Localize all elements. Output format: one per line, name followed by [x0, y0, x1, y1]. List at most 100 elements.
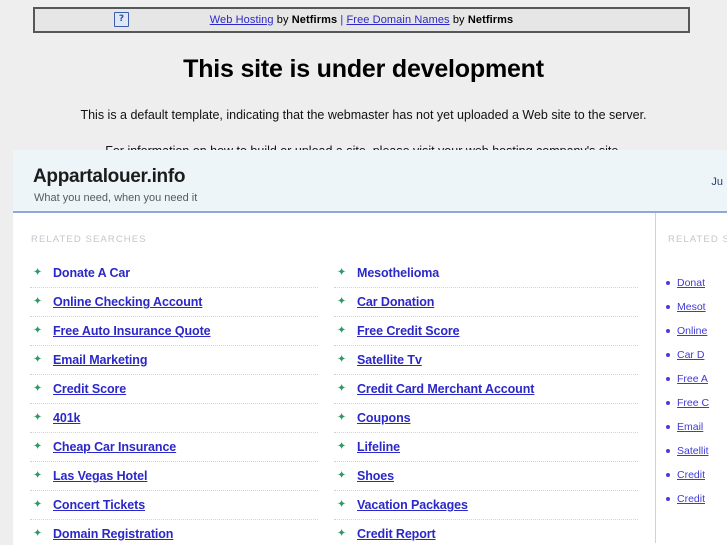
related-search-link[interactable]: Free Auto Insurance Quote: [53, 324, 211, 338]
related-search-item[interactable]: ✦ Online Checking Account: [30, 288, 318, 317]
related-search-link[interactable]: Credit Card Merchant Account: [357, 382, 534, 396]
arrow-bullet-icon: ✦: [33, 353, 43, 366]
sidebar-related-searches-label: RELATED SE.: [668, 234, 727, 245]
parked-header-link[interactable]: Ju: [711, 176, 723, 188]
related-searches-column-right: ✦ Mesothelioma ✦ Car Donation ✦ Free Credit S…: [334, 259, 638, 545]
related-search-item[interactable]: ✦ Lifeline: [334, 433, 638, 462]
arrow-bullet-icon: ✦: [33, 382, 43, 395]
sidebar-related-link[interactable]: Donat: [677, 277, 705, 289]
banner-brand-2: Netfirms: [467, 14, 514, 26]
related-search-link[interactable]: Cheap Car Insurance: [53, 440, 176, 454]
related-search-link[interactable]: Coupons: [357, 411, 411, 425]
sidebar-link-item[interactable]: Free A: [656, 367, 727, 391]
sidebar-related-link[interactable]: Online: [677, 325, 707, 337]
web-hosting-link[interactable]: Web Hosting: [210, 14, 274, 26]
related-search-item[interactable]: ✦ Las Vegas Hotel: [30, 462, 318, 491]
sidebar-related-link[interactable]: Free A: [677, 373, 708, 385]
parked-panel-header: Appartalouer.info What you need, when yo…: [13, 150, 727, 213]
dot-bullet-icon: [666, 425, 670, 429]
sidebar-related-link[interactable]: Free C: [677, 397, 709, 409]
related-search-item[interactable]: ✦ Credit Report: [334, 520, 638, 545]
sidebar-link-item[interactable]: Credit: [656, 487, 727, 511]
related-search-item[interactable]: ✦ Shoes: [334, 462, 638, 491]
banner-text: Web Hosting by Netfirms | Free Domain Na…: [35, 14, 688, 26]
arrow-bullet-icon: ✦: [337, 469, 347, 482]
related-search-link[interactable]: Las Vegas Hotel: [53, 469, 147, 483]
related-search-item[interactable]: ✦ Free Auto Insurance Quote: [30, 317, 318, 346]
related-search-item[interactable]: ✦ 401k: [30, 404, 318, 433]
related-search-link[interactable]: Credit Report: [357, 527, 436, 541]
arrow-bullet-icon: ✦: [33, 266, 43, 279]
related-search-item[interactable]: ✦ Concert Tickets: [30, 491, 318, 520]
related-search-item[interactable]: ✦ Mesothelioma: [334, 259, 638, 288]
related-search-link[interactable]: Online Checking Account: [53, 295, 202, 309]
related-search-link[interactable]: Vacation Packages: [357, 498, 468, 512]
arrow-bullet-icon: ✦: [337, 498, 347, 511]
arrow-bullet-icon: ✦: [337, 295, 347, 308]
sidebar-link-item[interactable]: Satellit: [656, 439, 727, 463]
related-search-item[interactable]: ✦ Car Donation: [334, 288, 638, 317]
related-search-item[interactable]: ✦ Vacation Packages: [334, 491, 638, 520]
dot-bullet-icon: [666, 401, 670, 405]
sidebar-link-item[interactable]: Donat: [656, 271, 727, 295]
parked-domain-title: Appartalouer.info: [33, 166, 186, 187]
parked-domain-panel: Appartalouer.info What you need, when yo…: [13, 150, 727, 545]
sidebar-related-link[interactable]: Car D: [677, 349, 704, 361]
arrow-bullet-icon: ✦: [337, 324, 347, 337]
dot-bullet-icon: [666, 329, 670, 333]
related-searches-columns: ✦ Donate A Car ✦ Online Checking Account ✦ Fr…: [13, 259, 655, 545]
related-search-item[interactable]: ✦ Free Credit Score: [334, 317, 638, 346]
banner-brand-1: Netfirms: [291, 14, 338, 26]
arrow-bullet-icon: ✦: [33, 295, 43, 308]
related-search-link[interactable]: Satellite Tv: [357, 353, 422, 367]
related-search-link[interactable]: Email Marketing: [53, 353, 147, 367]
related-search-link[interactable]: Concert Tickets: [53, 498, 145, 512]
dot-bullet-icon: [666, 305, 670, 309]
sidebar-link-item[interactable]: Free C: [656, 391, 727, 415]
related-searches-main: RELATED SEARCHES ✦ Donate A Car ✦ Online Ch…: [13, 213, 655, 543]
related-search-item[interactable]: ✦ Cheap Car Insurance: [30, 433, 318, 462]
dot-bullet-icon: [666, 449, 670, 453]
related-search-link[interactable]: Car Donation: [357, 295, 434, 309]
sidebar-link-item[interactable]: Credit: [656, 463, 727, 487]
related-searches-list-left: ✦ Donate A Car ✦ Online Checking Account ✦ Fr…: [30, 259, 318, 545]
related-search-item[interactable]: ✦ Credit Card Merchant Account: [334, 375, 638, 404]
banner-by-1: by: [273, 14, 292, 26]
related-search-item[interactable]: ✦ Donate A Car: [30, 259, 318, 288]
related-search-link[interactable]: Donate A Car: [53, 266, 130, 280]
related-search-link[interactable]: Mesothelioma: [357, 266, 439, 280]
arrow-bullet-icon: ✦: [33, 411, 43, 424]
page-title: This site is under development: [183, 55, 544, 83]
arrow-bullet-icon: ✦: [337, 266, 347, 279]
sidebar-link-item[interactable]: Mesot: [656, 295, 727, 319]
advertisement-banner: ? Web Hosting by Netfirms | Free Domain …: [33, 7, 690, 33]
dot-bullet-icon: [666, 353, 670, 357]
related-search-link[interactable]: Domain Registration: [53, 527, 173, 541]
sidebar-link-item[interactable]: Online: [656, 319, 727, 343]
arrow-bullet-icon: ✦: [33, 527, 43, 540]
related-search-item[interactable]: ✦ Credit Score: [30, 375, 318, 404]
related-searches-list-right: ✦ Mesothelioma ✦ Car Donation ✦ Free Credit S…: [334, 259, 638, 545]
free-domain-names-link[interactable]: Free Domain Names: [346, 14, 449, 26]
sidebar-related-link[interactable]: Satellit: [677, 445, 709, 457]
related-search-link[interactable]: Free Credit Score: [357, 324, 460, 338]
related-search-item[interactable]: ✦ Email Marketing: [30, 346, 318, 375]
sidebar-link-item[interactable]: Car D: [656, 343, 727, 367]
sidebar-related-link[interactable]: Email: [677, 421, 703, 433]
related-search-item[interactable]: ✦ Coupons: [334, 404, 638, 433]
related-search-item[interactable]: ✦ Satellite Tv: [334, 346, 638, 375]
sidebar-related-link[interactable]: Credit: [677, 469, 705, 481]
dot-bullet-icon: [666, 473, 670, 477]
parked-panel-body: RELATED SEARCHES ✦ Donate A Car ✦ Online Ch…: [13, 213, 727, 543]
related-search-item[interactable]: ✦ Domain Registration: [30, 520, 318, 545]
related-search-link[interactable]: Shoes: [357, 469, 394, 483]
related-search-link[interactable]: Credit Score: [53, 382, 126, 396]
sidebar-link-item[interactable]: Email: [656, 415, 727, 439]
banner-by-2: by: [449, 14, 468, 26]
sidebar-related-link[interactable]: Mesot: [677, 301, 706, 313]
related-search-link[interactable]: Lifeline: [357, 440, 400, 454]
related-search-link[interactable]: 401k: [53, 411, 81, 425]
sidebar-related-link[interactable]: Credit: [677, 493, 705, 505]
arrow-bullet-icon: ✦: [337, 527, 347, 540]
parked-domain-tagline: What you need, when you need it: [34, 192, 198, 204]
